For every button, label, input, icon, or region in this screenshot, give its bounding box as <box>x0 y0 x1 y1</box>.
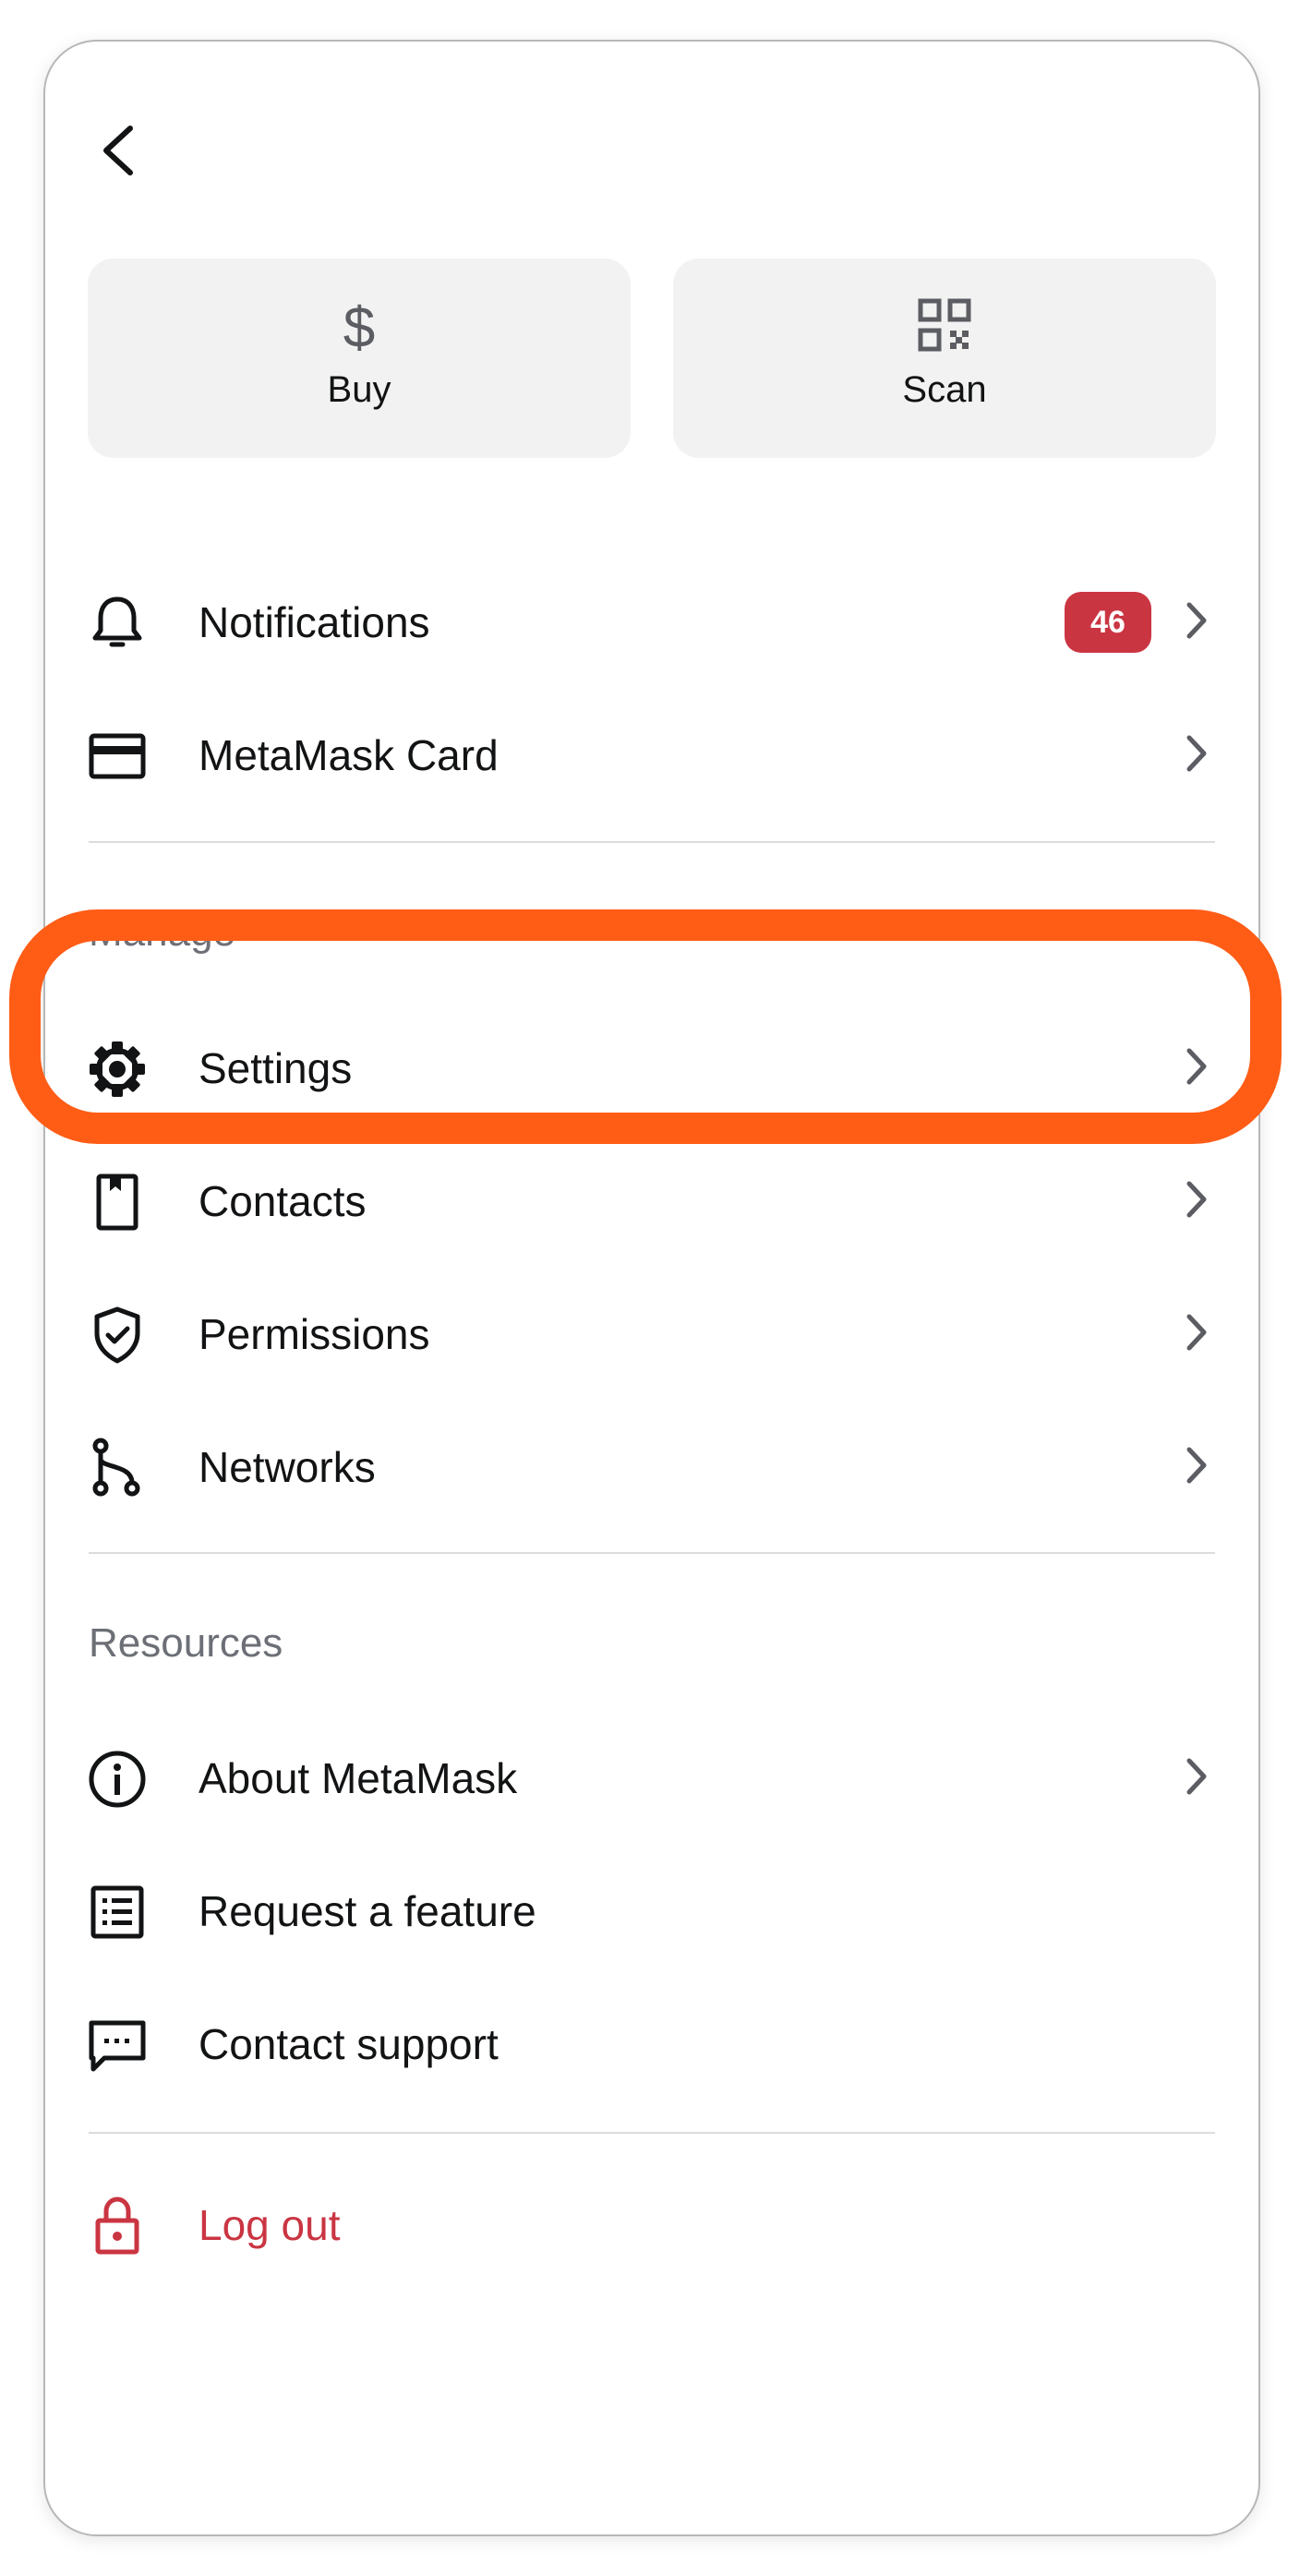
menu-item-networks[interactable]: Networks <box>45 1409 1258 1520</box>
networks-label: Networks <box>199 1443 376 1491</box>
book-icon <box>96 1174 138 1231</box>
notifications-count-badge: 46 <box>1065 592 1151 653</box>
chevron-right-icon <box>1186 1314 1207 1351</box>
chevron-right-icon <box>1186 1181 1207 1218</box>
scan-label: Scan <box>902 369 987 410</box>
menu-item-settings[interactable]: Settings <box>45 1010 1258 1121</box>
list-icon <box>90 1885 144 1939</box>
logout-label: Log out <box>199 2201 341 2249</box>
dollar-icon: $ <box>343 296 375 355</box>
menu-item-permissions[interactable]: Permissions <box>45 1276 1258 1387</box>
scan-button[interactable]: Scan <box>673 259 1216 458</box>
lock-icon <box>95 2197 139 2255</box>
network-icon <box>92 1438 140 1497</box>
bell-icon <box>92 596 142 647</box>
qr-code-icon <box>918 298 971 352</box>
chevron-right-icon <box>1186 735 1207 772</box>
contact-support-label: Contact support <box>199 2020 499 2068</box>
back-button[interactable] <box>82 114 156 187</box>
card-icon <box>89 733 146 779</box>
section-title-manage: Manage <box>89 909 236 955</box>
chevron-right-icon <box>1186 1048 1207 1085</box>
chevron-left-icon <box>103 126 133 175</box>
logout-button[interactable]: Log out <box>45 2167 1258 2278</box>
menu-item-notifications[interactable]: Notifications 46 <box>45 564 1258 675</box>
menu-item-contacts[interactable]: Contacts <box>45 1143 1258 1254</box>
contacts-label: Contacts <box>199 1177 367 1225</box>
divider <box>89 2132 1215 2134</box>
menu-item-contact-support[interactable]: Contact support <box>45 1986 1258 2097</box>
message-icon <box>89 2020 146 2072</box>
settings-label: Settings <box>199 1044 353 1092</box>
metamask-card-label: MetaMask Card <box>199 731 499 779</box>
chevron-right-icon <box>1186 1447 1207 1484</box>
divider <box>89 1552 1215 1554</box>
buy-button[interactable]: $ Buy <box>88 259 631 458</box>
menu-item-about-metamask[interactable]: About MetaMask <box>45 1720 1258 1831</box>
chevron-right-icon <box>1186 602 1207 639</box>
gear-icon <box>90 1041 145 1097</box>
request-feature-label: Request a feature <box>199 1887 536 1935</box>
buy-label: Buy <box>327 369 391 410</box>
section-title-resources: Resources <box>89 1620 283 1666</box>
info-icon <box>89 1751 146 1808</box>
menu-item-metamask-card[interactable]: MetaMask Card <box>45 697 1258 808</box>
notifications-label: Notifications <box>199 598 430 646</box>
menu-item-request-feature[interactable]: Request a feature <box>45 1853 1258 1964</box>
chevron-right-icon <box>1186 1758 1207 1795</box>
about-metamask-label: About MetaMask <box>199 1754 518 1802</box>
divider <box>89 841 1215 843</box>
svg-text:$: $ <box>343 296 375 355</box>
shield-check-icon <box>94 1306 140 1364</box>
menu-screen: $ Buy Scan Notifications 46 MetaMask Car… <box>43 40 1260 2536</box>
permissions-label: Permissions <box>199 1310 430 1358</box>
